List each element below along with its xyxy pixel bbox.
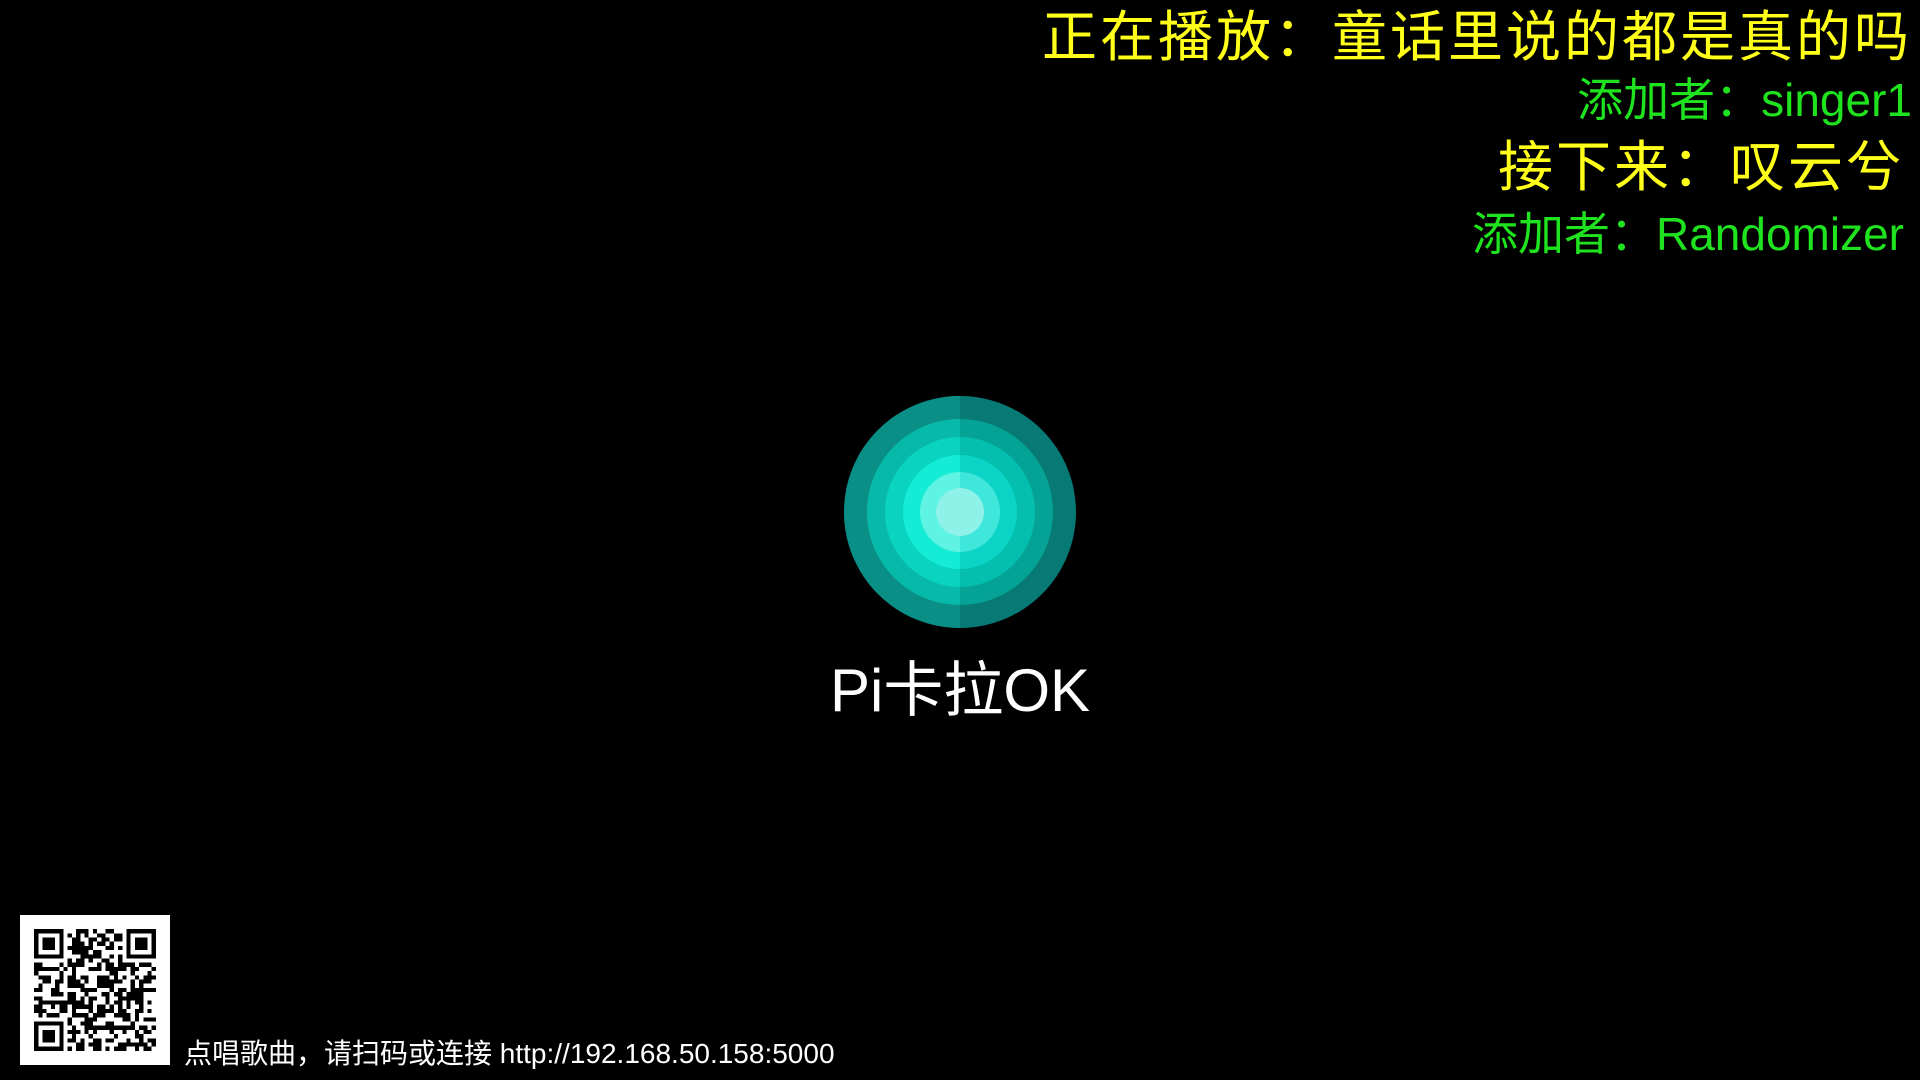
up-next-added-by: 添加者：Randomizer bbox=[1042, 204, 1904, 264]
concentric-circles-logo-icon bbox=[844, 396, 1076, 628]
app-title: Pi卡拉OK bbox=[829, 657, 1091, 724]
now-playing-prefix: 正在播放： bbox=[1041, 6, 1332, 68]
karaoke-splash-screen: 正在播放：童话里说的都是真的吗 添加者：singer1 接下来：叹云兮 添加者：… bbox=[0, 0, 1920, 1080]
now-playing-added-by: 添加者：singer1 bbox=[1042, 70, 1912, 130]
up-next-title: 叹云兮 bbox=[1729, 136, 1904, 198]
now-playing-added-by-user: singer1 bbox=[1761, 74, 1912, 126]
qr-code-icon bbox=[20, 915, 170, 1065]
connect-hint-text: 点唱歌曲，请扫码或连接 http://192.168.50.158:5000 bbox=[184, 1038, 835, 1069]
up-next-added-by-prefix: 添加者： bbox=[1472, 208, 1656, 260]
up-next-added-by-user: Randomizer bbox=[1656, 208, 1904, 260]
up-next-prefix: 接下来： bbox=[1497, 136, 1730, 198]
queue-info-panel: 正在播放：童话里说的都是真的吗 添加者：singer1 接下来：叹云兮 添加者：… bbox=[1042, 4, 1912, 264]
now-playing-line: 正在播放：童话里说的都是真的吗 bbox=[1042, 4, 1912, 70]
now-playing-title: 童话里说的都是真的吗 bbox=[1331, 6, 1912, 68]
up-next-line: 接下来：叹云兮 bbox=[1042, 130, 1904, 204]
logo-core bbox=[936, 488, 984, 536]
now-playing-added-by-prefix: 添加者： bbox=[1577, 74, 1762, 126]
